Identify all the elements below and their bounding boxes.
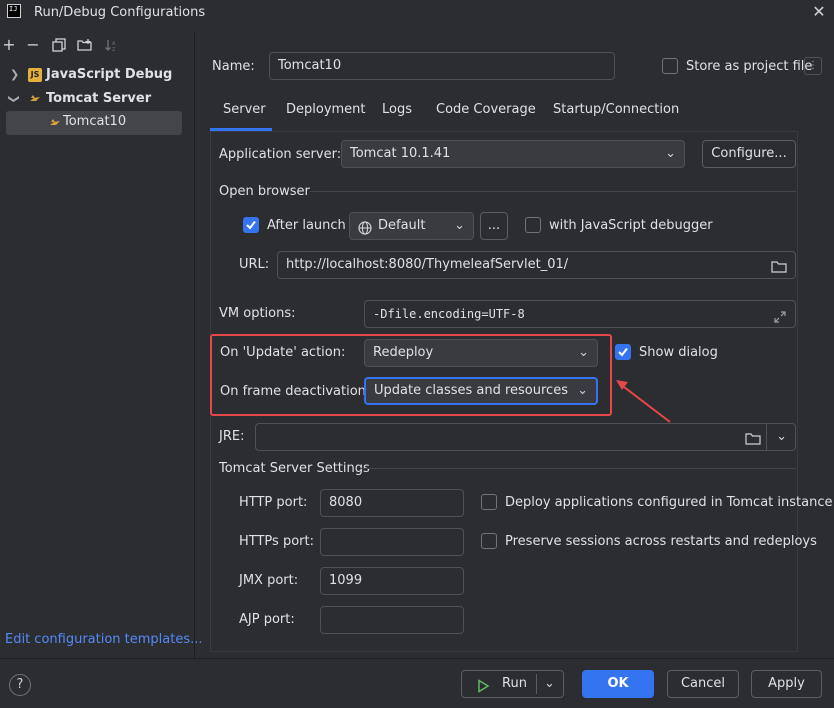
- tree-item-label: JavaScript Debug: [46, 67, 173, 82]
- tab-deployment[interactable]: Deployment: [286, 102, 366, 120]
- folder-icon[interactable]: [771, 258, 787, 273]
- split-separator: [536, 674, 537, 694]
- expand-icon[interactable]: [773, 307, 787, 323]
- apply-button[interactable]: Apply: [751, 670, 822, 698]
- preserve-sessions-label: Preserve sessions across restarts and re…: [505, 534, 817, 549]
- globe-icon: [358, 219, 372, 235]
- tree-item-label: Tomcat Server: [46, 91, 152, 106]
- configure-button[interactable]: Configure...: [702, 140, 796, 168]
- vm-options-input[interactable]: -Dfile.encoding=UTF-8: [364, 300, 796, 328]
- chevron-down-icon[interactable]: ⌄: [544, 671, 555, 697]
- cancel-button[interactable]: Cancel: [667, 670, 739, 698]
- tree-item-label: Tomcat10: [63, 114, 127, 129]
- application-server-dropdown[interactable]: Tomcat 10.1.41 ⌄: [341, 140, 685, 168]
- help-button[interactable]: ?: [9, 674, 31, 696]
- after-launch-checkbox[interactable]: [243, 217, 259, 233]
- run-icon: [476, 677, 490, 693]
- chevron-right-icon[interactable]: ❯: [10, 64, 19, 86]
- chevron-down-icon: ⌄: [665, 146, 676, 161]
- vm-options-value: -Dfile.encoding=UTF-8: [373, 307, 525, 321]
- svg-text:Z: Z: [112, 47, 116, 52]
- tree-item-tomcat-server[interactable]: ❯ Tomcat Server: [8, 88, 188, 110]
- tomcat-icon: [28, 92, 42, 106]
- jmx-port-label: JMX port:: [239, 573, 299, 588]
- http-port-label: HTTP port:: [239, 495, 308, 510]
- show-dialog-checkbox[interactable]: [615, 344, 631, 360]
- deploy-applications-label: Deploy applications configured in Tomcat…: [505, 495, 833, 510]
- run-button-label: Run: [502, 676, 527, 691]
- tab-server[interactable]: Server: [223, 102, 266, 120]
- window-title: Run/Debug Configurations: [34, 5, 206, 20]
- open-browser-heading: Open browser: [219, 184, 310, 199]
- url-label: URL:: [239, 257, 270, 272]
- url-input[interactable]: http://localhost:8080/ThymeleafServlet_0…: [277, 251, 796, 279]
- url-value: http://localhost:8080/ThymeleafServlet_0…: [286, 257, 569, 272]
- after-launch-label: After launch: [267, 218, 346, 233]
- footer-divider: [0, 658, 834, 659]
- new-folder-icon[interactable]: [77, 38, 93, 52]
- store-as-project-file-checkbox[interactable]: [662, 58, 678, 74]
- jre-label: JRE:: [219, 429, 245, 444]
- annotation-highlight-box: [210, 334, 612, 416]
- tab-startup-connection[interactable]: Startup/Connection: [553, 102, 679, 120]
- name-input[interactable]: Tomcat10: [269, 52, 615, 80]
- deploy-applications-checkbox[interactable]: [481, 494, 497, 510]
- title-bar: IJ Run/Debug Configurations ✕: [0, 0, 834, 28]
- tree-item-javascript-debug[interactable]: ❯ JS JavaScript Debug: [8, 64, 188, 86]
- tomcat-icon: [48, 116, 62, 130]
- remove-configuration-button[interactable]: −: [24, 36, 42, 54]
- tree-item-tomcat10[interactable]: Tomcat10: [6, 111, 182, 135]
- jre-input[interactable]: ⌄: [255, 423, 796, 451]
- edit-configuration-templates-link[interactable]: Edit configuration templates...: [5, 632, 203, 647]
- ok-button[interactable]: OK: [582, 670, 654, 698]
- active-tab-indicator: [210, 128, 272, 131]
- annotation-arrow: [616, 380, 671, 423]
- field-separator: [766, 424, 767, 450]
- javascript-debugger-label: with JavaScript debugger: [549, 218, 713, 233]
- application-server-value: Tomcat 10.1.41: [350, 146, 451, 161]
- application-server-label: Application server:: [219, 147, 342, 162]
- gear-icon[interactable]: ⋮: [804, 57, 822, 75]
- show-dialog-label: Show dialog: [639, 345, 718, 360]
- chevron-down-icon[interactable]: ⌄: [776, 424, 787, 450]
- preserve-sessions-checkbox[interactable]: [481, 533, 497, 549]
- vm-options-label: VM options:: [219, 306, 296, 321]
- name-label: Name:: [212, 59, 255, 74]
- browser-settings-button[interactable]: ...: [480, 212, 508, 240]
- tomcat-server-settings-heading: Tomcat Server Settings: [219, 461, 370, 476]
- chevron-down-icon: ⌄: [454, 218, 465, 233]
- tab-logs[interactable]: Logs: [382, 102, 412, 120]
- close-icon[interactable]: ✕: [810, 3, 828, 21]
- copy-configuration-icon[interactable]: [52, 38, 66, 52]
- ajp-port-label: AJP port:: [239, 612, 295, 627]
- https-port-input[interactable]: [320, 528, 464, 556]
- section-separator: [310, 191, 796, 192]
- javascript-debugger-checkbox[interactable]: [525, 217, 541, 233]
- jmx-port-input[interactable]: 1099: [320, 567, 464, 595]
- browser-value: Default: [378, 218, 426, 233]
- pane-divider[interactable]: [194, 32, 195, 658]
- https-port-label: HTTPs port:: [239, 534, 314, 549]
- intellij-app-icon: IJ: [7, 4, 21, 18]
- add-configuration-button[interactable]: +: [0, 36, 18, 54]
- sort-icon[interactable]: AZ: [104, 38, 118, 53]
- http-port-input[interactable]: 8080: [320, 489, 464, 517]
- tab-code-coverage[interactable]: Code Coverage: [436, 102, 536, 120]
- run-button[interactable]: Run ⌄: [461, 670, 564, 698]
- browser-dropdown[interactable]: Default ⌄: [349, 212, 474, 240]
- section-separator: [360, 468, 796, 469]
- store-as-project-file-label: Store as project file: [686, 59, 813, 74]
- folder-icon[interactable]: [745, 430, 761, 445]
- javascript-icon: JS: [28, 68, 42, 82]
- chevron-down-icon[interactable]: ❯: [3, 94, 25, 103]
- ajp-port-input[interactable]: [320, 606, 464, 634]
